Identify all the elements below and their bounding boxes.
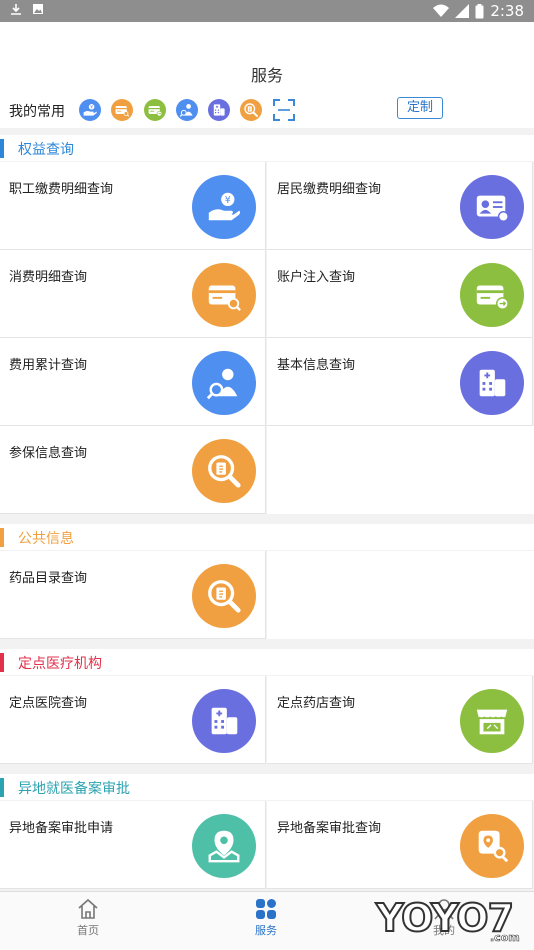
service-icon-circle bbox=[192, 439, 256, 503]
service-tile-label: 居民缴费明细查询 bbox=[277, 182, 382, 197]
section-accent-bar bbox=[0, 653, 4, 672]
hospital-icon bbox=[211, 707, 238, 735]
signal-icon bbox=[455, 4, 470, 18]
service-tile-label: 异地备案审批查询 bbox=[277, 821, 382, 836]
service-tile-label: 异地备案审批申请 bbox=[9, 821, 114, 836]
service-icon-circle bbox=[192, 689, 256, 753]
building-icon bbox=[479, 369, 506, 397]
my-common-label: 我的常用 bbox=[9, 104, 65, 120]
service-tile-label: 账户注入查询 bbox=[277, 270, 356, 285]
section-header-3: 定点医疗机构 bbox=[0, 649, 534, 675]
page-title: 服务 bbox=[250, 66, 283, 85]
customize-button[interactable]: 定制 bbox=[397, 97, 443, 119]
service-tile-label: 定点药店查询 bbox=[277, 696, 356, 711]
watermark-logo: YOYO7 .com bbox=[374, 895, 520, 944]
service-tile[interactable]: 居民缴费明细查询 bbox=[267, 162, 533, 250]
magnifier-doc-icon bbox=[208, 455, 241, 488]
service-icon-circle bbox=[460, 351, 524, 415]
nav-home[interactable]: 首页 bbox=[48, 898, 128, 938]
section-accent-bar bbox=[0, 528, 4, 547]
grid-icon bbox=[256, 899, 276, 919]
service-tile[interactable]: 基本信息查询 bbox=[267, 338, 533, 426]
id-card-icon bbox=[476, 195, 509, 222]
service-icon-circle bbox=[460, 814, 524, 878]
service-tile[interactable]: 费用累计查询 bbox=[0, 338, 266, 426]
quick-shortcut-1[interactable]: ¥ bbox=[79, 99, 101, 121]
quick-shortcut-5[interactable] bbox=[208, 99, 230, 121]
service-tile-label: 药品目录查询 bbox=[9, 571, 88, 586]
nav-service-label: 服务 bbox=[255, 924, 277, 937]
service-tile-label: 费用累计查询 bbox=[9, 358, 88, 373]
home-icon bbox=[78, 898, 98, 919]
quick-shortcut-4[interactable] bbox=[176, 99, 198, 121]
service-tile[interactable]: 药品目录查询 bbox=[0, 551, 266, 639]
section-title: 定点医疗机构 bbox=[18, 656, 102, 672]
service-icon-circle bbox=[460, 689, 524, 753]
svg-text:¥: ¥ bbox=[225, 195, 231, 206]
person-search-icon bbox=[179, 104, 193, 117]
section-header-2: 公共信息 bbox=[0, 524, 534, 550]
magnifier-doc-icon bbox=[244, 103, 258, 117]
card-search-icon bbox=[115, 106, 130, 117]
service-tile-label: 定点医院查询 bbox=[9, 696, 88, 711]
service-tile[interactable]: 异地备案审批申请 bbox=[0, 801, 266, 889]
quick-shortcut-3[interactable] bbox=[144, 99, 166, 121]
card-transfer-icon bbox=[476, 285, 509, 310]
magnifier-doc-icon bbox=[208, 580, 241, 613]
pharmacy-store-icon bbox=[476, 709, 508, 735]
nav-service[interactable]: 服务 bbox=[226, 898, 306, 938]
section-title: 公共信息 bbox=[18, 531, 74, 547]
section-title: 异地就医备案审批 bbox=[18, 781, 130, 797]
scan-icon[interactable] bbox=[273, 99, 295, 121]
hand-coin-icon: ¥ bbox=[208, 192, 241, 221]
page-header: 服务 bbox=[0, 22, 534, 92]
card-search-icon bbox=[208, 285, 241, 312]
my-common-bar: 我的常用 ¥ 定制 bbox=[0, 92, 534, 128]
svg-text:.com: .com bbox=[490, 931, 520, 944]
quick-shortcut-6[interactable] bbox=[240, 99, 262, 121]
service-icon-circle bbox=[192, 564, 256, 628]
service-icon-circle bbox=[460, 175, 524, 239]
service-tile-label: 基本信息查询 bbox=[277, 358, 356, 373]
nav-home-label: 首页 bbox=[77, 924, 99, 937]
service-tile[interactable]: 职工缴费明细查询 ¥ bbox=[0, 162, 266, 250]
service-tile[interactable]: 账户注入查询 bbox=[267, 250, 533, 338]
service-tile-label: 消费明细查询 bbox=[9, 270, 88, 285]
service-icon-circle: ¥ bbox=[192, 175, 256, 239]
status-bar: 2:38 bbox=[0, 0, 534, 22]
map-search-icon bbox=[478, 830, 509, 863]
hand-coin-icon: ¥ bbox=[83, 104, 97, 116]
quick-shortcut-2[interactable] bbox=[111, 99, 133, 121]
service-tile[interactable]: 参保信息查询 bbox=[0, 426, 266, 514]
map-location-icon bbox=[208, 830, 240, 863]
section-title: 权益查询 bbox=[18, 142, 74, 158]
status-time: 2:38 bbox=[490, 2, 524, 20]
image-notification-icon bbox=[33, 4, 43, 14]
battery-icon bbox=[475, 3, 484, 18]
section-accent-bar bbox=[0, 778, 4, 797]
person-search-icon bbox=[206, 368, 238, 400]
service-tile[interactable]: 消费明细查询 bbox=[0, 250, 266, 338]
download-icon bbox=[11, 4, 21, 15]
section-header-4: 异地就医备案审批 bbox=[0, 774, 534, 800]
building-icon bbox=[213, 104, 225, 116]
service-icon-circle bbox=[192, 351, 256, 415]
section-accent-bar bbox=[0, 139, 4, 158]
service-icon-circle bbox=[192, 263, 256, 327]
empty-tile bbox=[267, 551, 534, 639]
service-tile[interactable]: 定点医院查询 bbox=[0, 676, 266, 764]
empty-tile bbox=[267, 426, 534, 514]
service-icon-circle bbox=[460, 263, 524, 327]
service-tile[interactable]: 异地备案审批查询 bbox=[267, 801, 533, 889]
service-tile-label: 职工缴费明细查询 bbox=[9, 182, 114, 197]
service-icon-circle bbox=[192, 814, 256, 878]
wifi-icon bbox=[433, 4, 450, 17]
card-transfer-icon bbox=[148, 106, 163, 117]
section-header-1: 权益查询 bbox=[0, 135, 534, 161]
service-tile[interactable]: 定点药店查询 bbox=[267, 676, 533, 764]
service-tile-label: 参保信息查询 bbox=[9, 446, 88, 461]
